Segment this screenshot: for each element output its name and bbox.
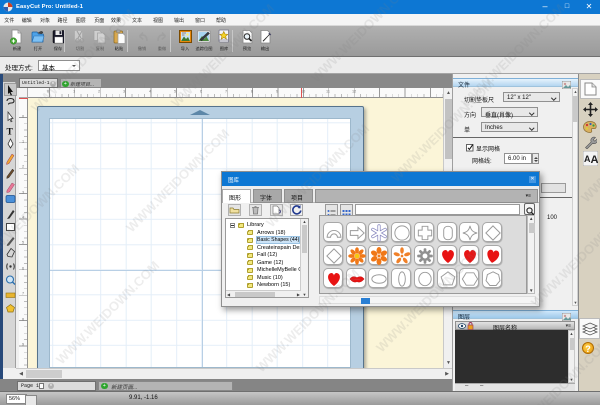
svg-text:A: A [591, 154, 599, 166]
svg-text:T: T [6, 128, 13, 138]
